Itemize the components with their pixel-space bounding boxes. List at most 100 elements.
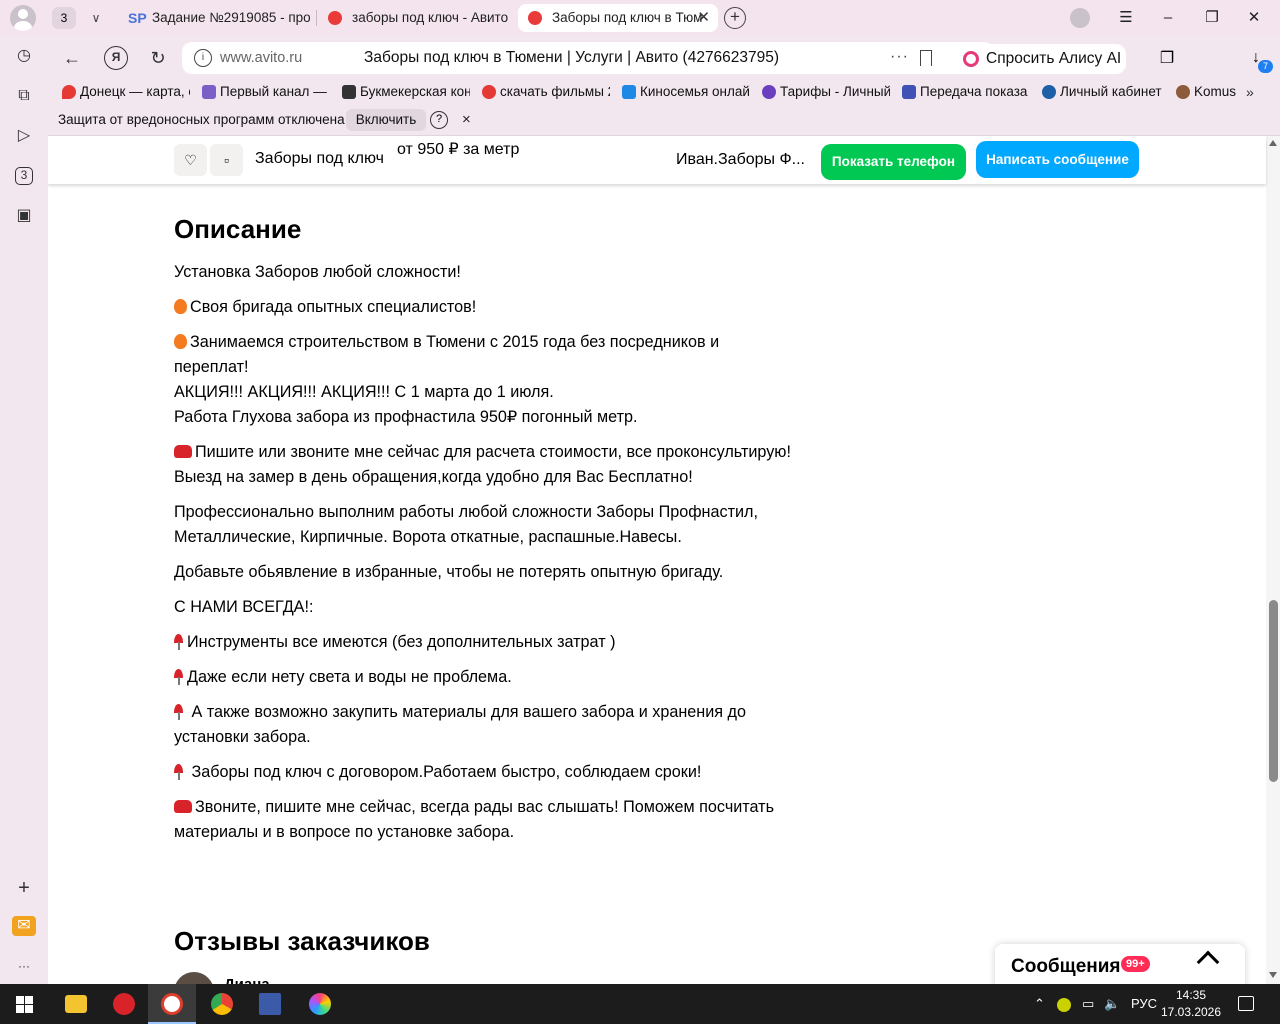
bookmark-label: Киносемья онлай: [640, 84, 750, 99]
phone-emoji-icon: [174, 445, 192, 458]
back-arrow-icon[interactable]: ←: [60, 46, 84, 70]
volume-icon[interactable]: 🔈: [1104, 984, 1120, 1024]
bookmark-item[interactable]: Первый канал — с: [200, 80, 328, 104]
network-icon[interactable]: ▭: [1082, 984, 1094, 1024]
ask-alice-label: Спросить Алису AI: [986, 50, 1122, 67]
windows-start-icon[interactable]: [16, 996, 33, 1013]
tab-avito-search[interactable]: заборы под ключ - Авито: [318, 4, 514, 32]
bookmark-item[interactable]: Передача показа: [900, 80, 1030, 104]
mail-icon[interactable]: ✉: [12, 916, 36, 936]
extensions-icon[interactable]: ❐: [1156, 48, 1178, 70]
enable-protection-button[interactable]: Включить: [346, 109, 426, 131]
bookmark-item[interactable]: Komus: [1174, 80, 1238, 104]
pin-emoji-icon: [174, 634, 183, 650]
bookmark-item[interactable]: скачать фильмы 2: [480, 80, 610, 104]
bookmarks-bar: Донецк — карта, с Первый канал — с Букме…: [48, 80, 1280, 104]
tab-count-icon[interactable]: 3: [15, 167, 33, 185]
address-toolbar: ← Я ↻ i www.avito.ru Заборы под ключ в Т…: [48, 36, 1280, 80]
bookmark-icon[interactable]: [920, 50, 932, 66]
tab-task[interactable]: SP Задание №2919085 - про: [118, 4, 314, 32]
description-paragraph: Своя бригада опытных специалистов!: [174, 295, 794, 320]
page-scrollbar[interactable]: [1266, 136, 1280, 984]
monitor-icon: [622, 85, 636, 99]
more-bookmarks-button[interactable]: »: [1246, 80, 1254, 104]
tab-avito-listing[interactable]: Заборы под ключ в Тюм ✕: [518, 4, 718, 32]
history-icon[interactable]: ◷: [12, 44, 36, 68]
bookmark-label: скачать фильмы 2: [500, 84, 610, 99]
help-icon[interactable]: ?: [430, 111, 448, 129]
scrollbar-thumb[interactable]: [1269, 600, 1278, 782]
fire-emoji-icon: [174, 334, 187, 349]
yandex-icon: [482, 85, 496, 99]
write-message-button[interactable]: Написать сообщение: [976, 141, 1139, 178]
document-app-icon[interactable]: [246, 984, 294, 1024]
description-paragraph: Занимаемся строительством в Тюмени с 201…: [174, 330, 794, 430]
address-bar[interactable]: i www.avito.ru Заборы под ключ в Тюмени …: [182, 42, 994, 74]
chart-icon: [762, 85, 776, 99]
description-text: Добавьте обьявление в избранные, чтобы н…: [174, 563, 724, 581]
tab-separator: [316, 10, 317, 26]
chevron-up-icon[interactable]: ⌃: [1034, 984, 1045, 1024]
menu-icon[interactable]: ☰: [1106, 4, 1146, 32]
reload-icon[interactable]: ↻: [146, 46, 170, 70]
page-viewport: ♡ ▫ Заборы под ключ от 950 ₽ за метр Ива…: [48, 136, 1280, 984]
close-icon[interactable]: ×: [462, 104, 471, 136]
play-icon[interactable]: ▷: [12, 124, 36, 148]
description-paragraph: Звоните, пишите мне сейчас, всегда рады …: [174, 795, 794, 845]
description-paragraph: С НАМИ ВСЕГДА!:: [174, 595, 794, 620]
description-paragraph: Инструменты все имеются (без дополнитель…: [174, 630, 794, 655]
reviewer-name: Диана: [224, 976, 270, 984]
meter-icon: [902, 85, 916, 99]
description-paragraph: А также возможно закупить материалы для …: [174, 700, 794, 750]
security-status-icon[interactable]: [1057, 984, 1071, 1024]
avatar[interactable]: [174, 972, 214, 984]
colorful-app-icon[interactable]: [296, 984, 344, 1024]
language-indicator[interactable]: РУС: [1131, 984, 1157, 1024]
minimize-button[interactable]: –: [1148, 4, 1188, 32]
collections-icon[interactable]: ⧉: [12, 84, 36, 108]
close-icon[interactable]: ✕: [697, 4, 710, 32]
tab-counter[interactable]: 3: [52, 7, 76, 29]
screenshot-icon[interactable]: ▣: [12, 204, 36, 228]
user-icon[interactable]: [1070, 8, 1090, 28]
scroll-down-icon[interactable]: [1269, 972, 1277, 978]
heart-icon[interactable]: ♡: [174, 144, 207, 176]
site-info-icon[interactable]: i: [194, 49, 212, 67]
profile-avatar-button[interactable]: [10, 5, 36, 31]
opera-icon[interactable]: [100, 984, 148, 1024]
description-heading: Описание: [174, 214, 302, 244]
bookmark-item[interactable]: Личный кабинет: [1040, 80, 1170, 104]
notifications-icon[interactable]: [1238, 996, 1254, 1011]
close-window-button[interactable]: ✕: [1234, 4, 1274, 32]
listing-sticky-header: ♡ ▫ Заборы под ключ от 950 ₽ за метр Ива…: [48, 136, 1266, 184]
restore-button[interactable]: ❐: [1192, 4, 1232, 32]
yandex-icon[interactable]: Я: [104, 46, 128, 70]
note-icon[interactable]: ▫: [210, 144, 243, 176]
ask-alice-button[interactable]: Спросить Алису AI: [954, 44, 1126, 74]
description-text: Звоните, пишите мне сейчас, всегда рады …: [174, 798, 775, 841]
bookmark-item[interactable]: Букмекерская кон: [340, 80, 470, 104]
chevron-up-icon[interactable]: [1196, 950, 1220, 974]
show-phone-button[interactable]: Показать телефон: [821, 144, 966, 180]
messages-widget[interactable]: Сообщения 99+: [995, 944, 1245, 984]
more-icon[interactable]: ···: [12, 954, 36, 978]
chevron-down-icon[interactable]: ∨: [84, 7, 108, 29]
chrome-icon[interactable]: [198, 984, 246, 1024]
pin-emoji-icon: [174, 764, 183, 780]
yandex-browser-icon[interactable]: [148, 984, 196, 1024]
scroll-up-icon[interactable]: [1269, 140, 1277, 146]
more-icon[interactable]: ···: [890, 42, 909, 72]
avito-favicon-icon: [328, 11, 342, 25]
bookmark-item[interactable]: Тарифы - Личный: [760, 80, 890, 104]
bookmark-label: Первый канал — с: [220, 84, 328, 99]
add-icon[interactable]: +: [12, 876, 36, 900]
bookmark-item[interactable]: Киносемья онлай: [620, 80, 750, 104]
seller-name[interactable]: Иван.Заборы Ф...: [676, 151, 805, 169]
bookmark-label: Komus: [1194, 84, 1237, 99]
map-pin-icon: [62, 85, 76, 99]
clock-time: 14:35: [1175, 988, 1207, 1002]
new-tab-button[interactable]: +: [724, 7, 746, 29]
system-clock[interactable]: 14:35 17.03.2026: [1160, 987, 1222, 1021]
file-explorer-icon[interactable]: [52, 984, 100, 1024]
bookmark-item[interactable]: Донецк — карта, с: [60, 80, 190, 104]
